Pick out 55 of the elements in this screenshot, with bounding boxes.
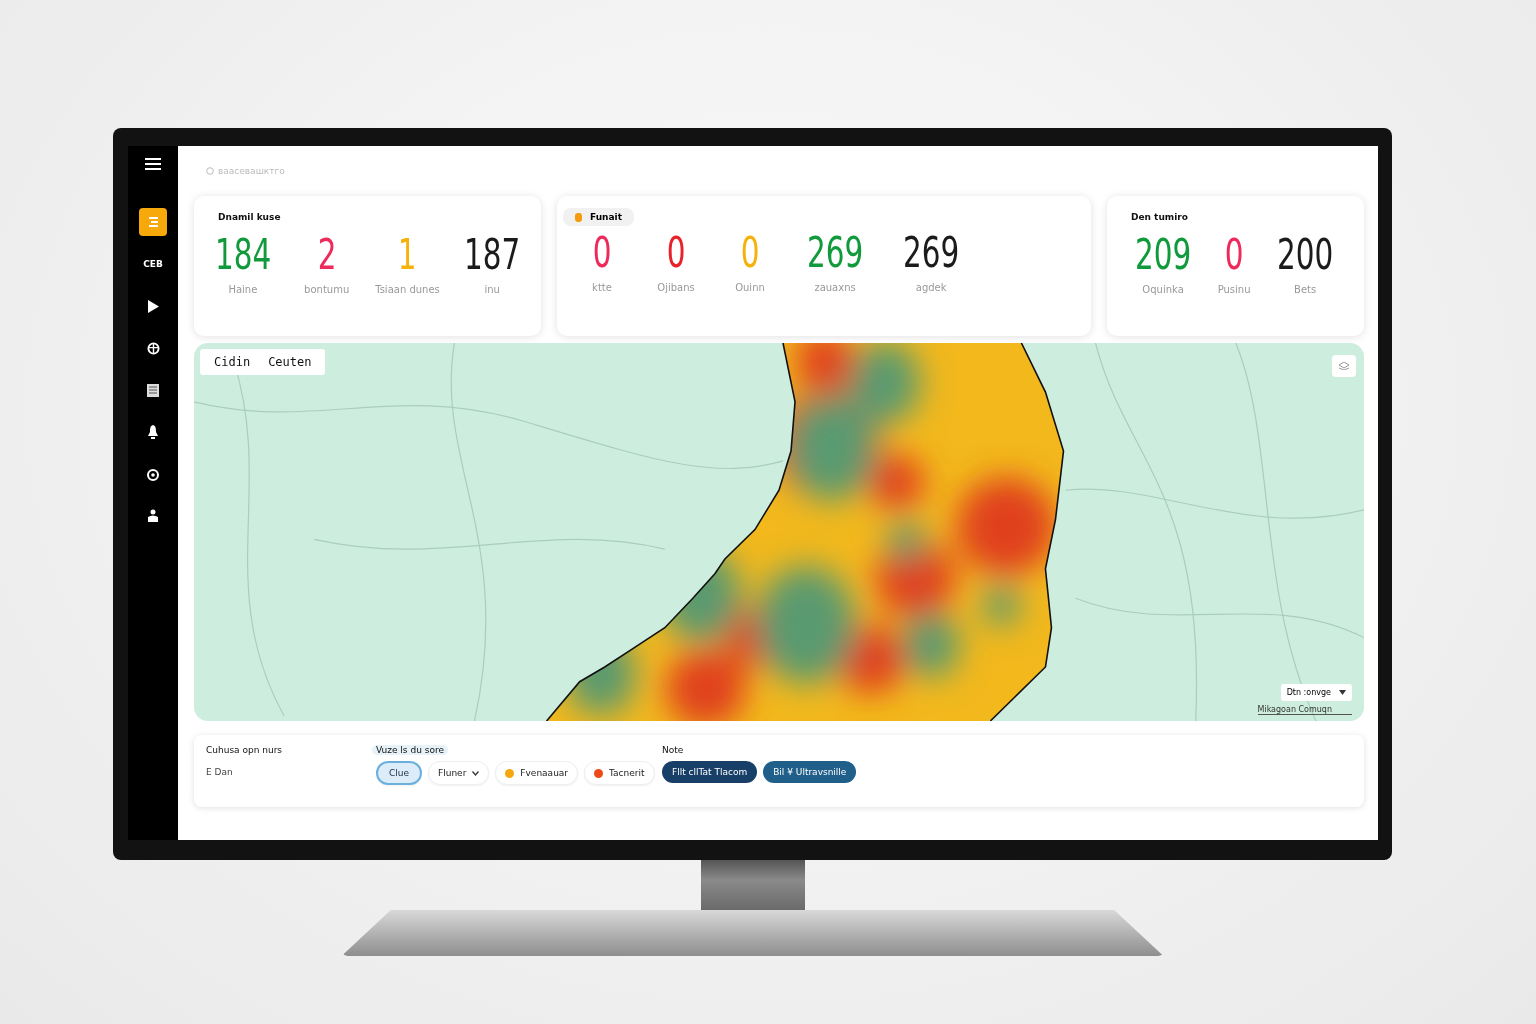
map-attribution: Mikagoan Comuqn (1257, 705, 1352, 715)
stat-value: 269 (903, 230, 960, 277)
stat-value: 184 (214, 232, 271, 279)
stat-label: Ouinn (735, 282, 765, 294)
map-tab[interactable]: Cidin (214, 355, 251, 369)
play-icon (147, 299, 159, 313)
map-tab[interactable]: Ceuten (268, 355, 312, 369)
layers-icon (1338, 362, 1350, 370)
card-title: Den tumiro (1131, 212, 1189, 222)
stat-label: ktte (592, 282, 612, 294)
stat-value: 187 (464, 232, 521, 279)
stat-label: Pusinu (1217, 284, 1251, 296)
document-icon (147, 383, 159, 397)
globe-icon (146, 341, 160, 355)
card-title: Funait (590, 212, 622, 222)
caret-icon (1339, 690, 1346, 695)
stat-value: 209 (1134, 232, 1192, 279)
stat-value: 0 (740, 230, 760, 277)
stat-label: Haine (228, 284, 258, 296)
stat-label: Ojibans (657, 282, 695, 294)
stat-value: 2 (317, 232, 337, 279)
filter-dropdown[interactable]: Fluner (428, 761, 490, 785)
stat-label: zauaxns (814, 282, 856, 294)
target-icon (147, 467, 159, 481)
stat-label: inu (484, 284, 500, 296)
clock-icon (206, 167, 214, 175)
heatmap-map-drawing[interactable] (194, 343, 1364, 721)
bell-icon (147, 425, 159, 439)
section-label: Cuhusa opn nurs (206, 745, 283, 755)
action-button[interactable]: Bil ¥ Ultravsnille (763, 761, 857, 783)
filter-chip[interactable]: Tacnerit (584, 761, 655, 785)
filter-chip[interactable]: Clue (376, 761, 423, 785)
section-value: E Dan (206, 767, 234, 777)
stat-value: 0 (1224, 232, 1244, 279)
card-title: Dnamil kuse (218, 212, 282, 222)
stat-label: agdek (915, 282, 947, 294)
stat-value: 1 (398, 232, 417, 279)
menu-icon[interactable] (145, 158, 161, 170)
filter-chip[interactable]: Fvenaauar (495, 761, 579, 785)
person-icon (147, 509, 159, 523)
map-dropdown[interactable]: Dtn :onvge (1280, 684, 1352, 701)
section-label: Vuze ls du sore (372, 745, 448, 755)
stat-value: 0 (592, 230, 612, 277)
list-icon (147, 216, 159, 228)
chevron-down-icon (472, 770, 480, 776)
stat-value: 269 (806, 230, 864, 277)
sidebar-item[interactable]: CEB (139, 250, 167, 278)
action-button[interactable]: Fllt cllTat Tlacom (662, 761, 758, 783)
stat-label: Tsiaan dunes (375, 284, 440, 296)
stat-value: 0 (666, 230, 686, 277)
stat-value: 200 (1277, 232, 1334, 279)
stat-label: bontumu (304, 284, 350, 296)
stat-label: Oquinka (1142, 284, 1184, 296)
section-label: Note (662, 745, 684, 755)
stat-label: Bets (1294, 284, 1317, 296)
